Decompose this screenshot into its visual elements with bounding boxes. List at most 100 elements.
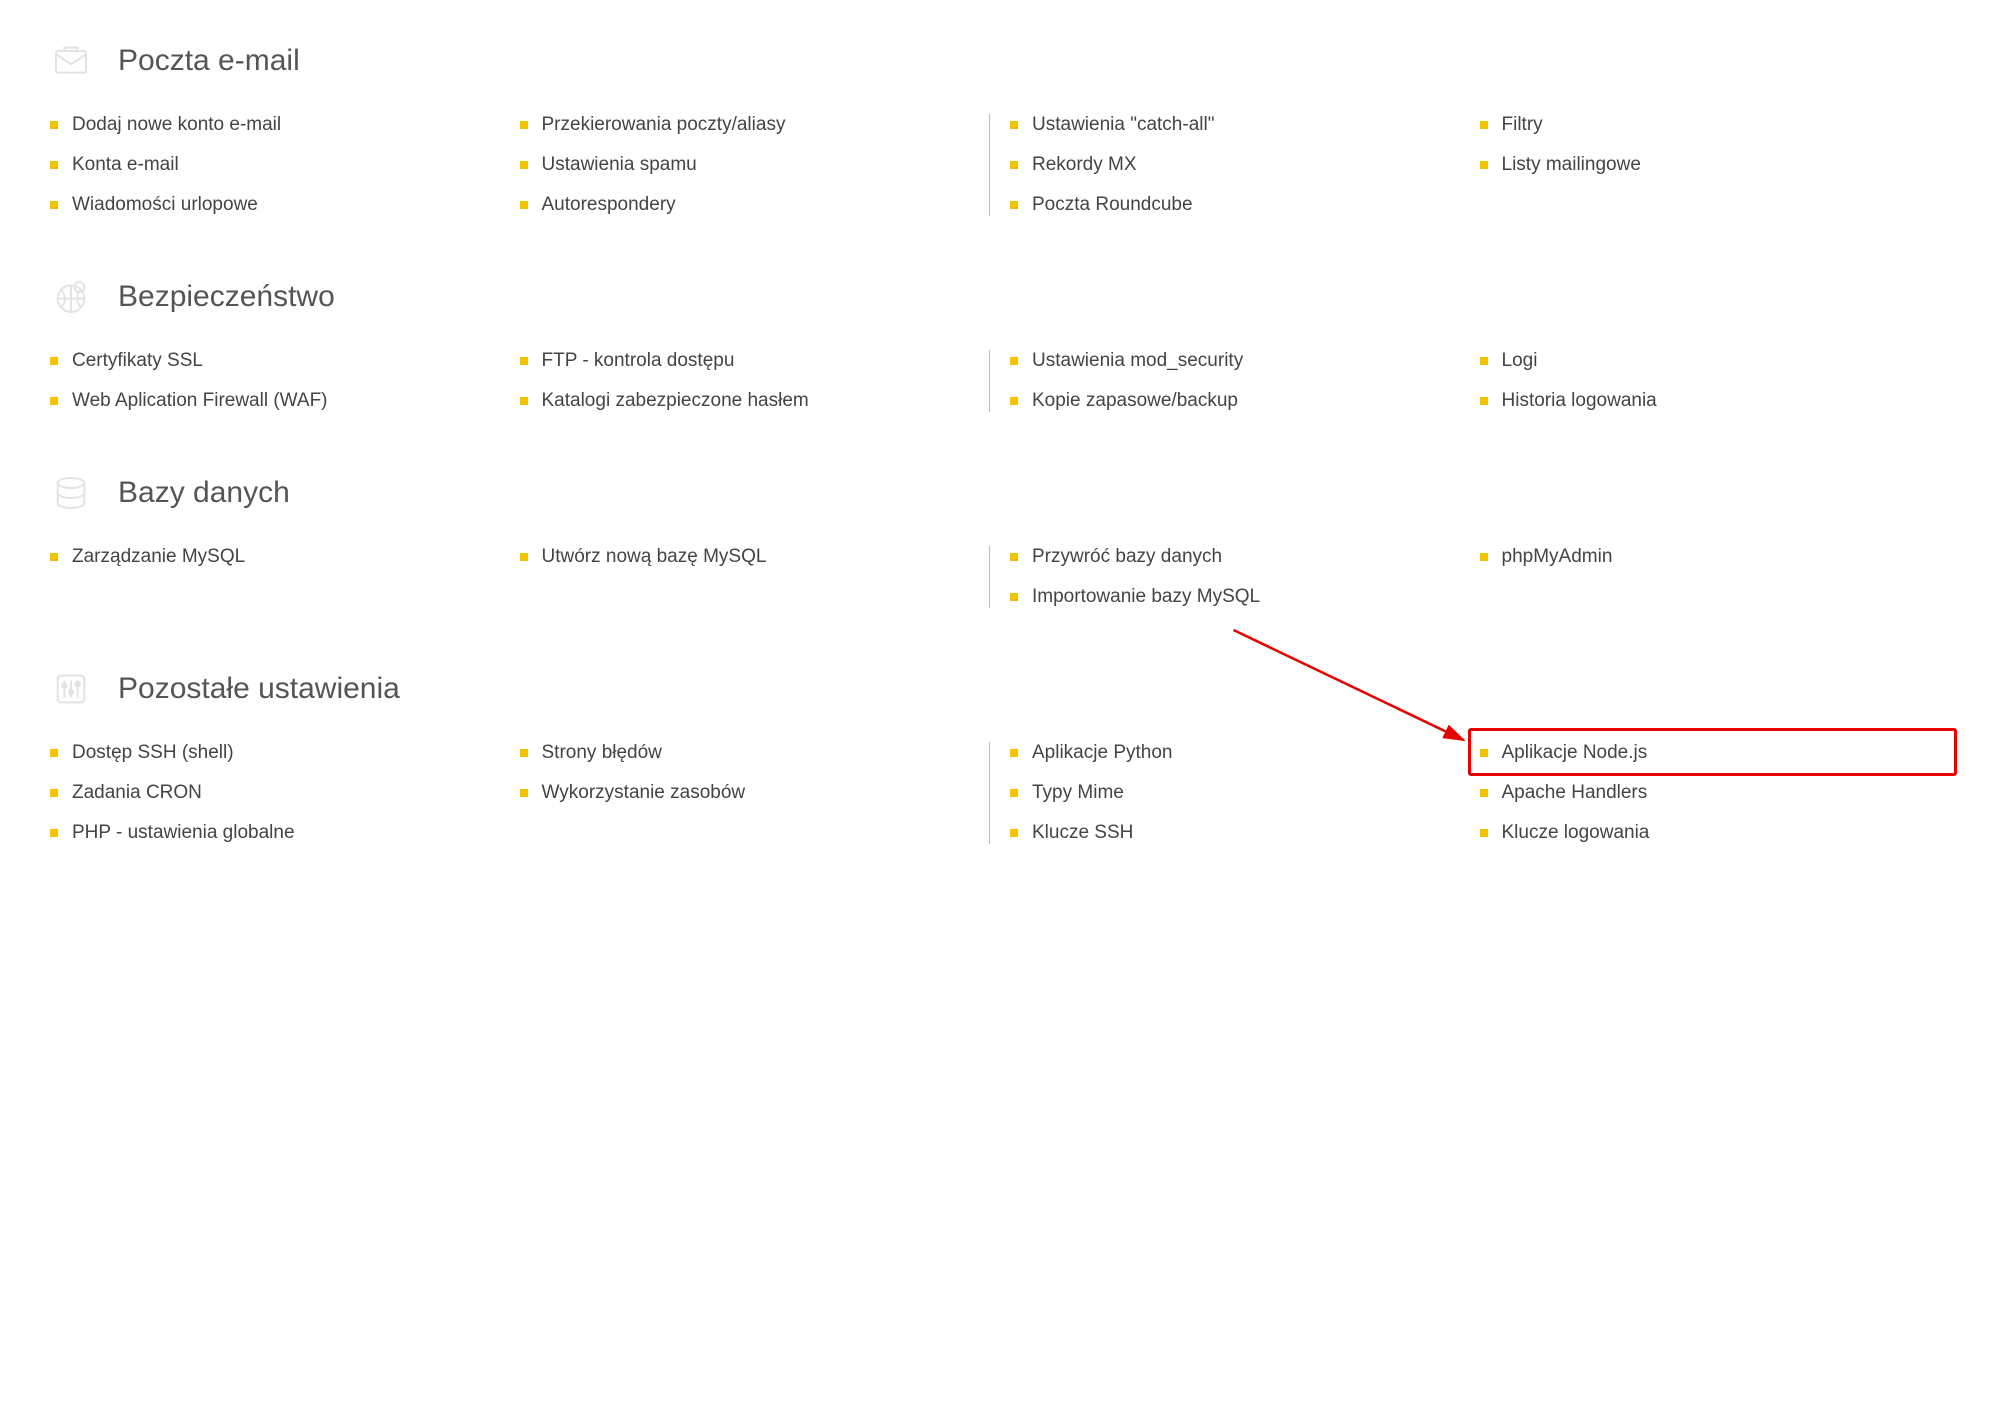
link-item[interactable]: Logi [1480, 350, 1930, 372]
column: Strony błędów Wykorzystanie zasobów [520, 742, 990, 844]
link-item[interactable]: phpMyAdmin [1480, 546, 1930, 568]
link-label: Wiadomości urlopowe [72, 194, 258, 216]
link-item[interactable]: Przekierowania poczty/aliasy [520, 114, 970, 136]
bullet-icon [1480, 161, 1488, 169]
link-item[interactable]: Importowanie bazy MySQL [1010, 586, 1460, 608]
bullet-icon [50, 121, 58, 129]
link-label: Importowanie bazy MySQL [1032, 586, 1260, 608]
link-label: Rekordy MX [1032, 154, 1137, 176]
link-item[interactable]: Rekordy MX [1010, 154, 1460, 176]
link-item[interactable]: Kopie zapasowe/backup [1010, 390, 1460, 412]
link-item[interactable]: Katalogi zabezpieczone hasłem [520, 390, 970, 412]
bullet-icon [50, 201, 58, 209]
column: Zarządzanie MySQL [50, 546, 520, 608]
bullet-icon [50, 161, 58, 169]
bullet-icon [1010, 749, 1018, 757]
column: Ustawienia mod_security Kopie zapasowe/ba… [1010, 350, 1480, 412]
link-item[interactable]: Wiadomości urlopowe [50, 194, 500, 216]
link-item[interactable]: Autorespondery [520, 194, 970, 216]
section-title: Poczta e-mail [118, 44, 300, 78]
link-label: Filtry [1502, 114, 1543, 136]
bullet-icon [520, 201, 528, 209]
link-item[interactable]: Zadania CRON [50, 782, 500, 804]
bullet-icon [50, 789, 58, 797]
section-title: Bezpieczeństwo [118, 280, 335, 314]
link-label: Dodaj nowe konto e-mail [72, 114, 281, 136]
bullet-icon [520, 397, 528, 405]
bullet-icon [1480, 749, 1488, 757]
link-item[interactable]: Filtry [1480, 114, 1930, 136]
column: Dostęp SSH (shell) Zadania CRON PHP - usta… [50, 742, 520, 844]
link-label: Kopie zapasowe/backup [1032, 390, 1238, 412]
link-item[interactable]: Apache Handlers [1480, 782, 1930, 804]
link-item[interactable]: Aplikacje Node.js [1480, 742, 1930, 764]
bullet-icon [1010, 829, 1018, 837]
link-item[interactable]: Certyfikaty SSL [50, 350, 500, 372]
link-label: Ustawienia mod_security [1032, 350, 1243, 372]
bullet-icon [50, 553, 58, 561]
link-item[interactable]: Aplikacje Python [1010, 742, 1460, 764]
link-item[interactable]: Ustawienia "catch-all" [1010, 114, 1460, 136]
section-header: Poczta e-mail [50, 40, 1949, 82]
settings-icon [50, 668, 92, 710]
link-label: Autorespondery [542, 194, 676, 216]
bullet-icon [1480, 397, 1488, 405]
link-label: PHP - ustawienia globalne [72, 822, 295, 844]
bullet-icon [1480, 553, 1488, 561]
link-label: Klucze logowania [1502, 822, 1650, 844]
column: Aplikacje Node.js Apache Handlers Klucze l… [1480, 742, 1950, 844]
link-item[interactable]: Konta e-mail [50, 154, 500, 176]
link-item[interactable]: FTP - kontrola dostępu [520, 350, 970, 372]
link-label: Zadania CRON [72, 782, 202, 804]
link-item[interactable]: Ustawienia mod_security [1010, 350, 1460, 372]
link-item[interactable]: Dodaj nowe konto e-mail [50, 114, 500, 136]
link-item[interactable]: Zarządzanie MySQL [50, 546, 500, 568]
bullet-icon [1010, 553, 1018, 561]
bullet-icon [520, 121, 528, 129]
column: Certyfikaty SSL Web Aplication Firewall (… [50, 350, 520, 412]
bullet-icon [1480, 789, 1488, 797]
column-divider [989, 742, 990, 844]
bullet-icon [1010, 357, 1018, 365]
link-item[interactable]: Ustawienia spamu [520, 154, 970, 176]
link-label: Poczta Roundcube [1032, 194, 1193, 216]
link-item[interactable]: Klucze SSH [1010, 822, 1460, 844]
link-item[interactable]: Listy mailingowe [1480, 154, 1930, 176]
link-item[interactable]: Utwórz nową bazę MySQL [520, 546, 970, 568]
link-label: Katalogi zabezpieczone hasłem [542, 390, 809, 412]
bullet-icon [520, 357, 528, 365]
link-item[interactable]: Wykorzystanie zasobów [520, 782, 970, 804]
link-item[interactable]: Historia logowania [1480, 390, 1930, 412]
shield-icon [50, 276, 92, 318]
link-label: Strony błędów [542, 742, 662, 764]
column: Dodaj nowe konto e-mail Konta e-mail Wiado… [50, 114, 520, 216]
link-item[interactable]: Dostęp SSH (shell) [50, 742, 500, 764]
column-divider [989, 350, 990, 412]
bullet-icon [1010, 789, 1018, 797]
link-label: Dostęp SSH (shell) [72, 742, 234, 764]
link-item[interactable]: Web Aplication Firewall (WAF) [50, 390, 500, 412]
link-label: Historia logowania [1502, 390, 1657, 412]
link-label: phpMyAdmin [1502, 546, 1613, 568]
columns: Dostęp SSH (shell) Zadania CRON PHP - usta… [50, 742, 1949, 844]
link-label: Zarządzanie MySQL [72, 546, 245, 568]
link-label: Logi [1502, 350, 1538, 372]
section-title: Bazy danych [118, 476, 290, 510]
bullet-icon [520, 161, 528, 169]
link-item[interactable]: Strony błędów [520, 742, 970, 764]
link-item[interactable]: PHP - ustawienia globalne [50, 822, 500, 844]
link-label: Ustawienia spamu [542, 154, 697, 176]
columns: Dodaj nowe konto e-mail Konta e-mail Wiado… [50, 114, 1949, 216]
link-item[interactable]: Poczta Roundcube [1010, 194, 1460, 216]
link-label: Klucze SSH [1032, 822, 1133, 844]
column: Ustawienia "catch-all" Rekordy MX Poczta R… [1010, 114, 1480, 216]
link-item[interactable]: Typy Mime [1010, 782, 1460, 804]
link-label: Przywróć bazy danych [1032, 546, 1222, 568]
link-label: Listy mailingowe [1502, 154, 1641, 176]
section-header: Bazy danych [50, 472, 1949, 514]
section-databases: Bazy danych Zarządzanie MySQL Utwórz nową … [50, 472, 1949, 608]
link-item[interactable]: Przywróć bazy danych [1010, 546, 1460, 568]
link-label: Typy Mime [1032, 782, 1124, 804]
link-item[interactable]: Klucze logowania [1480, 822, 1930, 844]
database-icon [50, 472, 92, 514]
